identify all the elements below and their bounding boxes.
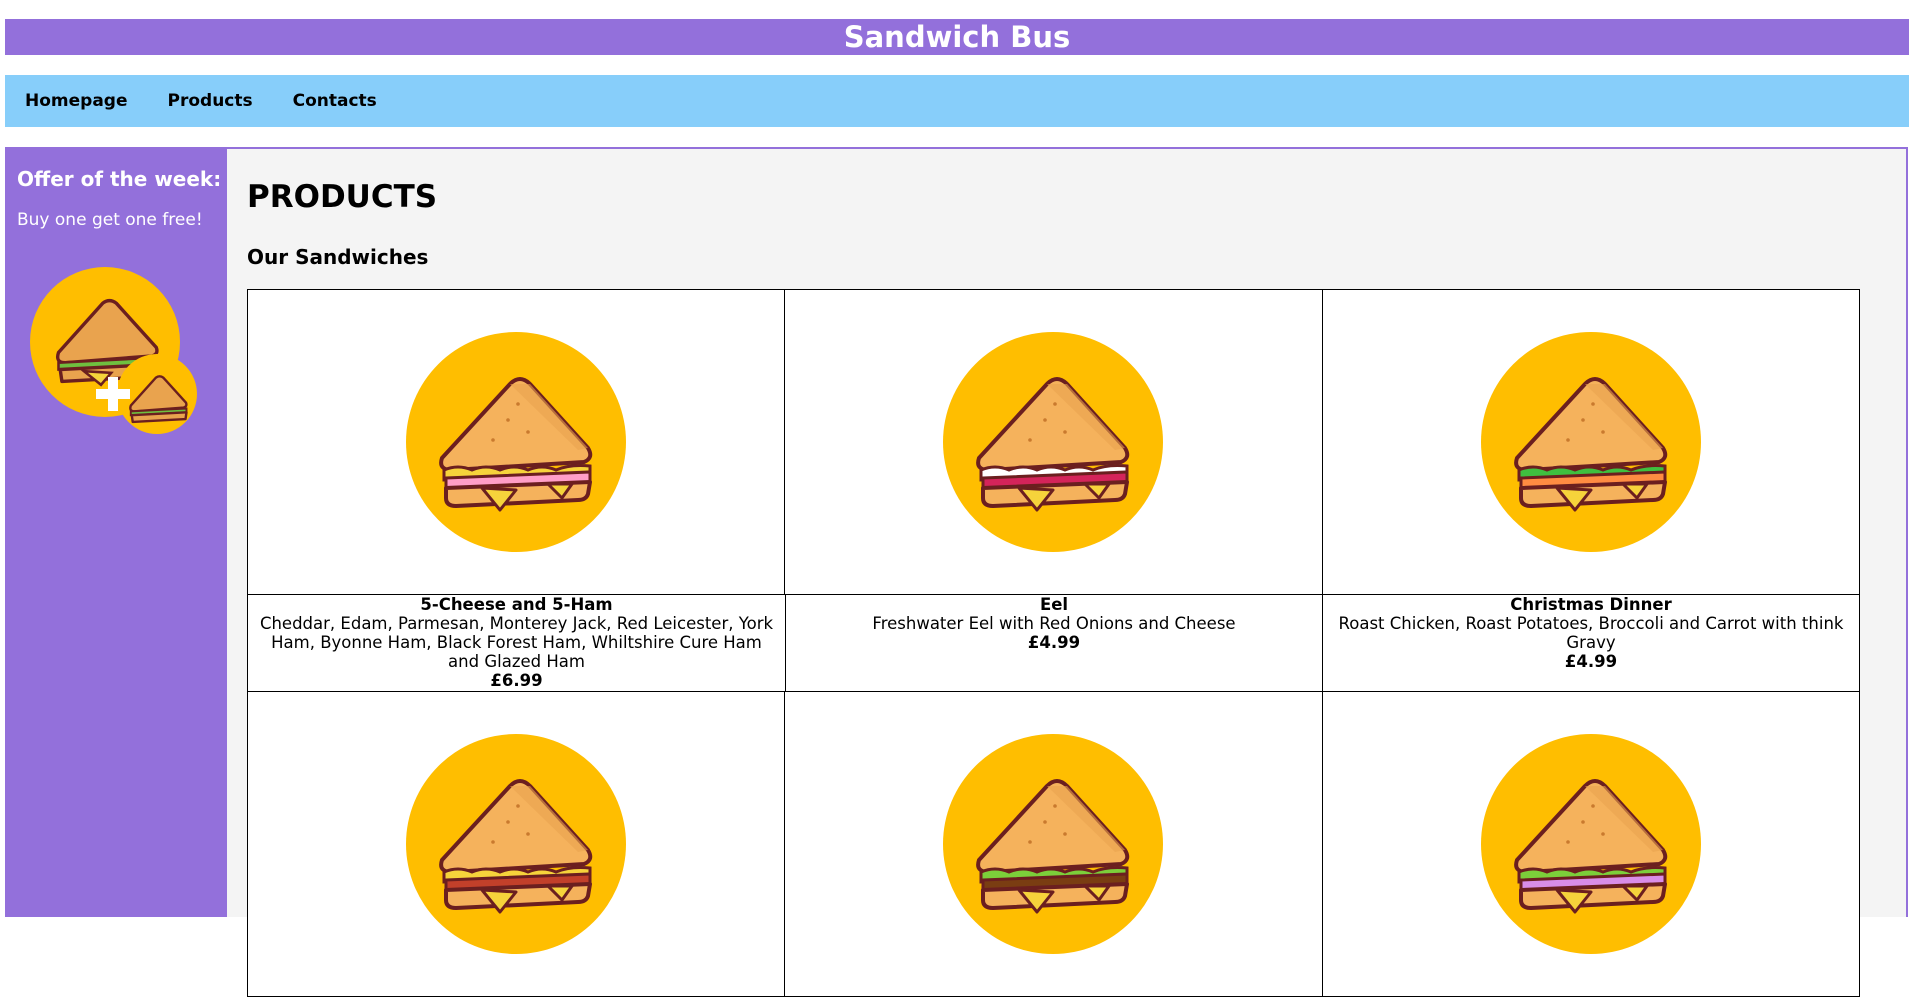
nav-link-contacts[interactable]: Contacts <box>273 91 397 111</box>
table-row: 5-Cheese and 5-Ham Cheddar, Edam, Parmes… <box>248 595 1860 692</box>
nav-bar: Homepage Products Contacts <box>5 75 1909 127</box>
main-content: PRODUCTS Our Sandwiches 5-Cheese and 5-H… <box>227 147 1908 997</box>
sandwich-icon <box>1480 332 1701 552</box>
sandwich-icon <box>1480 734 1701 954</box>
product-price: £4.99 <box>1027 633 1081 652</box>
product-info-cell: 5-Cheese and 5-Ham Cheddar, Edam, Parmes… <box>248 595 786 692</box>
product-description: Roast Chicken, Roast Potatoes, Broccoli … <box>1338 614 1844 652</box>
product-image-cell <box>248 692 786 997</box>
offer-sidebar: Offer of the week: Buy one get one free! <box>5 147 227 917</box>
product-image-cell <box>785 692 1323 997</box>
product-description: Cheddar, Edam, Parmesan, Monterey Jack, … <box>259 614 774 671</box>
nav-link-products[interactable]: Products <box>148 91 273 111</box>
product-price: £6.99 <box>490 671 543 690</box>
product-info-cell: Eel Freshwater Eel with Red Onions and C… <box>786 595 1323 692</box>
offer-title: Offer of the week: <box>17 167 222 191</box>
product-name: Christmas Dinner <box>1510 595 1672 614</box>
product-name: Eel <box>1039 595 1069 614</box>
product-image-cell <box>1322 290 1860 595</box>
table-row <box>248 692 1860 997</box>
sandwich-icon <box>406 332 627 552</box>
nav-link-homepage[interactable]: Homepage <box>5 91 148 111</box>
products-table: 5-Cheese and 5-Ham Cheddar, Edam, Parmes… <box>247 289 1860 997</box>
bogo-sandwich-icon <box>30 267 197 434</box>
section-title: Our Sandwiches <box>247 245 429 269</box>
site-title: Sandwich Bus <box>843 20 1071 54</box>
product-price: £4.99 <box>1564 652 1618 671</box>
product-info-cell: Christmas Dinner Roast Chicken, Roast Po… <box>1323 595 1860 692</box>
offer-text: Buy one get one free! <box>17 210 203 230</box>
page-title: PRODUCTS <box>247 179 438 215</box>
sandwich-icon <box>943 332 1164 552</box>
product-image-cell <box>248 290 786 595</box>
product-image-cell <box>1322 692 1860 997</box>
site-header: Sandwich Bus <box>5 19 1909 55</box>
product-image-cell <box>785 290 1323 595</box>
product-name: 5-Cheese and 5-Ham <box>420 595 613 614</box>
table-row <box>248 290 1860 595</box>
sandwich-icon <box>406 734 627 954</box>
product-description: Freshwater Eel with Red Onions and Chees… <box>872 614 1236 633</box>
sandwich-icon <box>943 734 1164 954</box>
